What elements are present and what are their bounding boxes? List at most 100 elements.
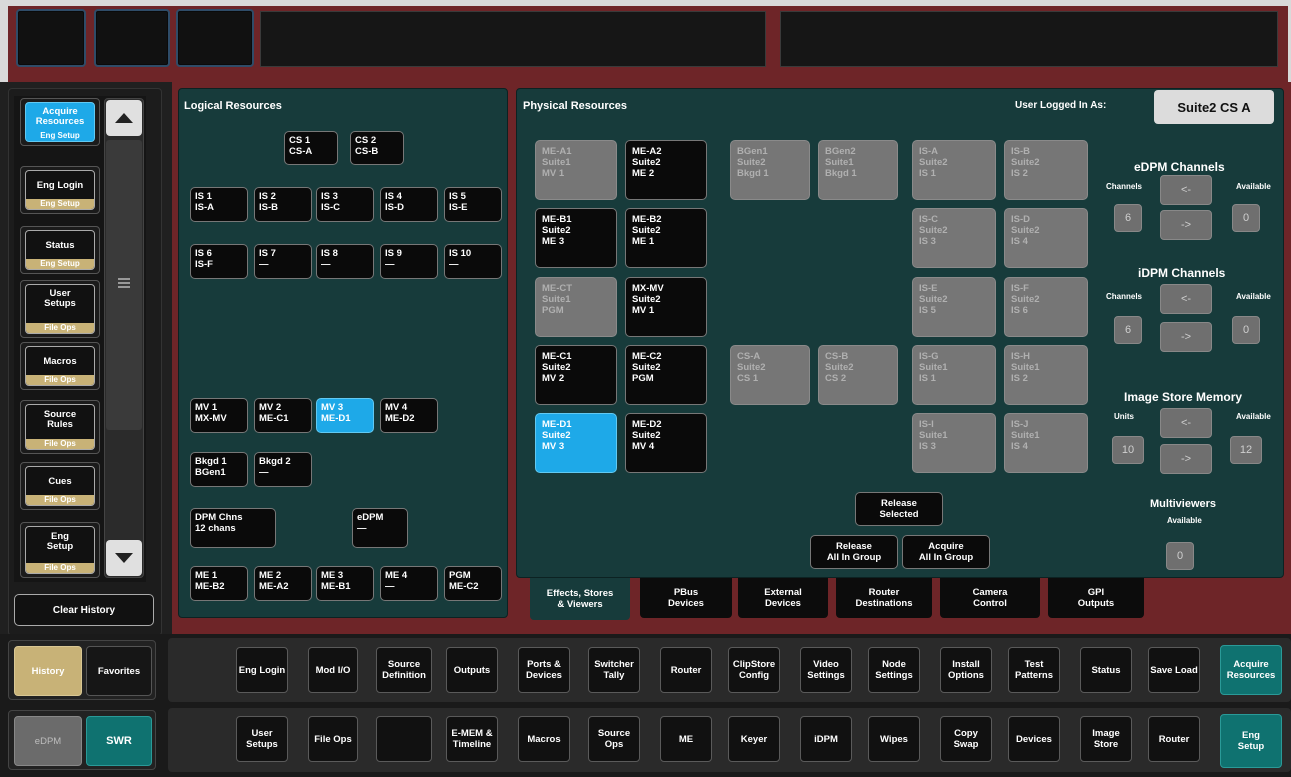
nav-video-settings[interactable]: Video Settings: [800, 647, 852, 693]
idpm-decrease-button[interactable]: <-: [1160, 284, 1212, 314]
nav-outputs[interactable]: Outputs: [446, 647, 498, 693]
nav-clipstore-config[interactable]: ClipStore Config: [728, 647, 780, 693]
nav-copy-swap[interactable]: Copy Swap: [940, 716, 992, 762]
logical-mv-2[interactable]: MV 2 ME-C1: [254, 398, 312, 433]
physical-me-ct[interactable]: ME-CT Suite1 PGM: [535, 277, 617, 337]
image-store-decrease-button[interactable]: <-: [1160, 408, 1212, 438]
nav-acquire-resources[interactable]: Acquire Resources: [1220, 645, 1282, 695]
physical-is-e[interactable]: IS-E Suite2 IS 5: [912, 277, 996, 337]
logical-is-2[interactable]: IS 2 IS-B: [254, 187, 312, 222]
physical-is-a[interactable]: IS-A Suite2 IS 1: [912, 140, 996, 200]
history-item-eng-setup[interactable]: Eng Setup File Ops: [20, 522, 100, 578]
top-button-2[interactable]: [94, 9, 170, 67]
history-item-eng-login[interactable]: Eng Login Eng Setup: [20, 166, 100, 214]
logical-is-4[interactable]: IS 4 IS-D: [380, 187, 438, 222]
nav-me[interactable]: ME: [660, 716, 712, 762]
nav-install-options[interactable]: Install Options: [940, 647, 992, 693]
logical-is-9[interactable]: IS 9 —: [380, 244, 438, 279]
nav-emem-timeline[interactable]: E-MEM & Timeline: [446, 716, 498, 762]
physical-me-a1[interactable]: ME-A1 Suite1 MV 1: [535, 140, 617, 200]
nav-image-store[interactable]: Image Store: [1080, 716, 1132, 762]
nav-status[interactable]: Status: [1080, 647, 1132, 693]
physical-is-i[interactable]: IS-I Suite1 IS 3: [912, 413, 996, 473]
logical-is-1[interactable]: IS 1 IS-A: [190, 187, 248, 222]
nav-source-definition[interactable]: Source Definition: [376, 647, 432, 693]
logical-me-4[interactable]: ME 4 —: [380, 566, 438, 601]
tab-pbus-devices[interactable]: PBus Devices: [640, 578, 732, 618]
edpm-decrease-button[interactable]: <-: [1160, 175, 1212, 205]
physical-bgen-1[interactable]: BGen1 Suite2 Bkgd 1: [730, 140, 810, 200]
history-item-macros[interactable]: Macros File Ops: [20, 342, 100, 390]
history-item-acquire-resources[interactable]: Acquire Resources Eng Setup: [20, 98, 100, 146]
nav-save-load[interactable]: Save Load: [1148, 647, 1200, 693]
logical-is-7[interactable]: IS 7 —: [254, 244, 312, 279]
idpm-increase-button[interactable]: ->: [1160, 322, 1212, 352]
acquire-all-in-group-button[interactable]: Acquire All In Group: [902, 535, 990, 569]
tab-external-devices[interactable]: External Devices: [738, 578, 828, 618]
nav-user-setups[interactable]: User Setups: [236, 716, 288, 762]
history-item-status[interactable]: Status Eng Setup: [20, 226, 100, 274]
physical-me-d1[interactable]: ME-D1 Suite2 MV 3: [535, 413, 617, 473]
nav-idpm[interactable]: iDPM: [800, 716, 852, 762]
history-tab-button[interactable]: History: [14, 646, 82, 696]
nav-empty[interactable]: [376, 716, 432, 762]
nav-switcher-tally[interactable]: Switcher Tally: [588, 647, 640, 693]
nav-source-ops[interactable]: Source Ops: [588, 716, 640, 762]
nav-devices[interactable]: Devices: [1008, 716, 1060, 762]
nav-node-settings[interactable]: Node Settings: [868, 647, 920, 693]
tab-effects-stores-viewers[interactable]: Effects, Stores & Viewers: [530, 578, 630, 620]
logical-pgm[interactable]: PGM ME-C2: [444, 566, 502, 601]
logical-bkgd-1[interactable]: Bkgd 1 BGen1: [190, 452, 248, 487]
nav-router-2[interactable]: Router: [1148, 716, 1200, 762]
logical-mv-3[interactable]: MV 3 ME-D1: [316, 398, 374, 433]
nav-ports-devices[interactable]: Ports & Devices: [518, 647, 570, 693]
physical-is-h[interactable]: IS-H Suite1 IS 2: [1004, 345, 1088, 405]
nav-file-ops[interactable]: File Ops: [308, 716, 358, 762]
physical-me-d2[interactable]: ME-D2 Suite2 MV 4: [625, 413, 707, 473]
physical-me-c1[interactable]: ME-C1 Suite2 MV 2: [535, 345, 617, 405]
logical-bkgd-2[interactable]: Bkgd 2 —: [254, 452, 312, 487]
logical-mv-1[interactable]: MV 1 MX-MV: [190, 398, 248, 433]
nav-eng-setup[interactable]: Eng Setup: [1220, 714, 1282, 768]
nav-router[interactable]: Router: [660, 647, 712, 693]
edpm-mode-button[interactable]: eDPM: [14, 716, 82, 766]
history-item-user-setups[interactable]: User Setups File Ops: [20, 280, 100, 338]
nav-mod-io[interactable]: Mod I/O: [308, 647, 358, 693]
nav-keyer[interactable]: Keyer: [728, 716, 780, 762]
physical-me-c2[interactable]: ME-C2 Suite2 PGM: [625, 345, 707, 405]
logical-is-10[interactable]: IS 10 —: [444, 244, 502, 279]
image-store-increase-button[interactable]: ->: [1160, 444, 1212, 474]
top-button-1[interactable]: [16, 9, 86, 67]
nav-eng-login[interactable]: Eng Login: [236, 647, 288, 693]
favorites-tab-button[interactable]: Favorites: [86, 646, 152, 696]
physical-me-a2[interactable]: ME-A2 Suite2 ME 2: [625, 140, 707, 200]
logical-edpm[interactable]: eDPM —: [352, 508, 408, 548]
clear-history-button[interactable]: Clear History: [14, 594, 154, 626]
history-item-cues[interactable]: Cues File Ops: [20, 462, 100, 510]
logical-cs-2[interactable]: CS 2 CS-B: [350, 131, 404, 165]
physical-me-b2[interactable]: ME-B2 Suite2 ME 1: [625, 208, 707, 268]
logical-me-1[interactable]: ME 1 ME-B2: [190, 566, 248, 601]
physical-is-b[interactable]: IS-B Suite2 IS 2: [1004, 140, 1088, 200]
physical-cs-b[interactable]: CS-B Suite2 CS 2: [818, 345, 898, 405]
top-button-3[interactable]: [176, 9, 254, 67]
physical-is-c[interactable]: IS-C Suite2 IS 3: [912, 208, 996, 268]
tab-camera-control[interactable]: Camera Control: [940, 578, 1040, 618]
swr-mode-button[interactable]: SWR: [86, 716, 152, 766]
physical-is-j[interactable]: IS-J Suite1 IS 4: [1004, 413, 1088, 473]
logical-is-3[interactable]: IS 3 IS-C: [316, 187, 374, 222]
physical-is-f[interactable]: IS-F Suite2 IS 6: [1004, 277, 1088, 337]
logical-mv-4[interactable]: MV 4 ME-D2: [380, 398, 438, 433]
physical-mx-mv[interactable]: MX-MV Suite2 MV 1: [625, 277, 707, 337]
tab-gpi-outputs[interactable]: GPI Outputs: [1048, 578, 1144, 618]
physical-is-g[interactable]: IS-G Suite1 IS 1: [912, 345, 996, 405]
logical-cs-1[interactable]: CS 1 CS-A: [284, 131, 338, 165]
logical-is-5[interactable]: IS 5 IS-E: [444, 187, 502, 222]
release-selected-button[interactable]: Release Selected: [855, 492, 943, 526]
physical-cs-a[interactable]: CS-A Suite2 CS 1: [730, 345, 810, 405]
logical-dpm-chns[interactable]: DPM Chns 12 chans: [190, 508, 276, 548]
tab-router-destinations[interactable]: Router Destinations: [836, 578, 932, 618]
logical-me-3[interactable]: ME 3 ME-B1: [316, 566, 374, 601]
release-all-in-group-button[interactable]: Release All In Group: [810, 535, 898, 569]
history-item-source-rules[interactable]: Source Rules File Ops: [20, 400, 100, 454]
